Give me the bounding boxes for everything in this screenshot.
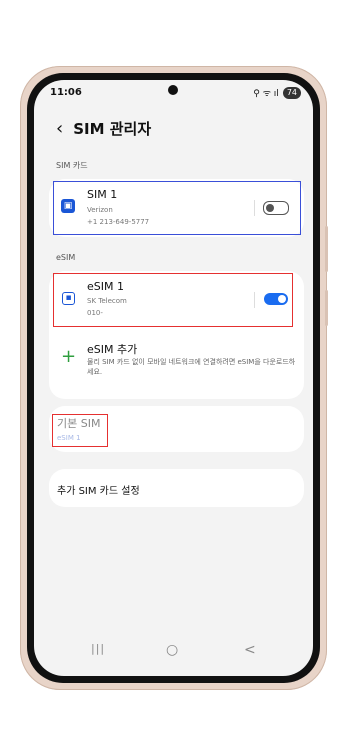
battery-icon: 74 <box>282 86 301 99</box>
screen: 11:06 ⚲ ᯤ ıl 74 ‹ SIM 관리자 SIM 카드 ▣ SIM 1… <box>34 80 313 676</box>
esim-section-label: eSIM <box>56 253 76 262</box>
status-time: 11:06 <box>50 87 82 98</box>
back-arrow-icon[interactable]: ‹ <box>56 119 63 138</box>
back-button[interactable]: < <box>244 642 256 658</box>
status-icons: ⚲ ᯤ ıl 74 <box>253 86 301 99</box>
sim-section-label: SIM 카드 <box>56 161 88 170</box>
esim-add-description: 물리 SIM 카드 없이 모바일 네트워크에 연결하려면 eSIM을 다운로드하… <box>87 358 296 376</box>
recents-button[interactable]: ||| <box>91 642 105 655</box>
highlight-box-esim1 <box>53 273 293 327</box>
page-header: ‹ SIM 관리자 <box>56 118 151 139</box>
front-camera <box>168 85 178 95</box>
extra-sim-settings-panel[interactable]: 추가 SIM 카드 설정 <box>49 469 304 507</box>
home-button[interactable]: ○ <box>166 642 178 658</box>
extra-sim-settings-title: 추가 SIM 카드 설정 <box>57 486 140 497</box>
highlight-box-default-sim <box>52 414 108 447</box>
navigation-bar: ||| ○ < <box>34 642 313 662</box>
signal-icons: ⚲ ᯤ ıl <box>253 89 279 99</box>
esim-add-title[interactable]: eSIM 추가 <box>87 341 137 357</box>
volume-button <box>325 226 328 272</box>
power-button <box>325 290 328 326</box>
page-title: SIM 관리자 <box>73 120 152 138</box>
highlight-box-sim1 <box>53 181 301 235</box>
add-icon: + <box>61 346 77 367</box>
